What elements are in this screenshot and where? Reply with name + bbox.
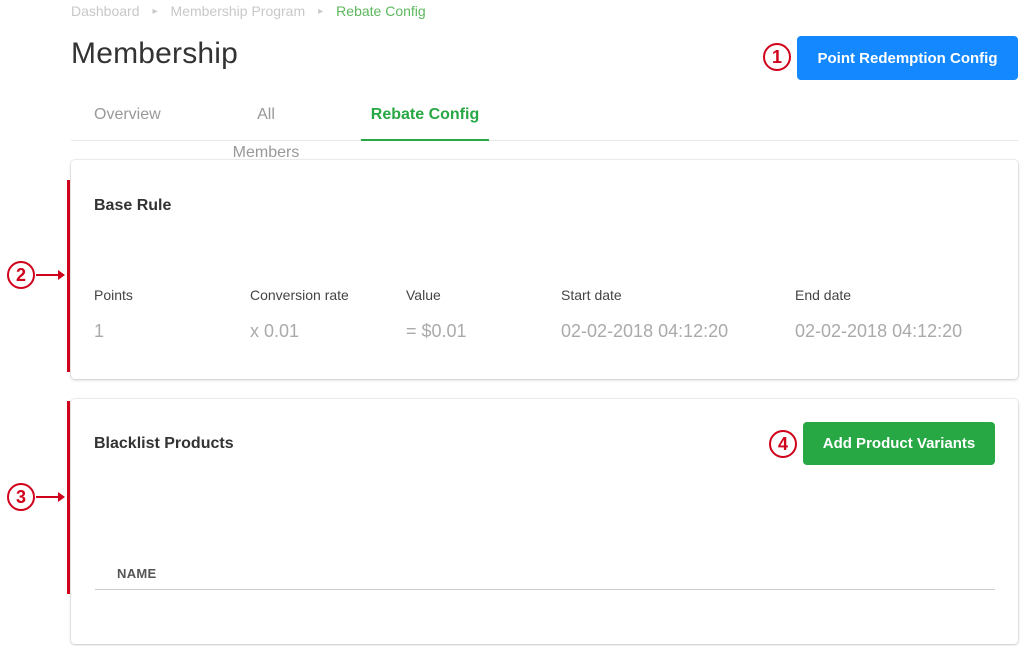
value-amount: = $0.01 bbox=[406, 321, 467, 341]
page-title: Membership bbox=[71, 37, 239, 70]
start-date-value: 02-02-2018 04:12:20 bbox=[561, 321, 729, 341]
annotation-marker-3: 3 bbox=[7, 483, 35, 511]
annotation-bracket-3 bbox=[67, 401, 70, 594]
breadcrumb: Dashboard ▸ Membership Program ▸ Rebate … bbox=[71, 3, 426, 19]
tab-bar: Overview All Members Rebate Config bbox=[71, 96, 1018, 161]
conversion-rate-value: x 0.01 bbox=[250, 321, 300, 341]
table-header-divider bbox=[95, 589, 995, 590]
end-date-value: 02-02-2018 04:12:20 bbox=[795, 321, 963, 341]
point-redemption-config-button[interactable]: Point Redemption Config bbox=[797, 36, 1018, 80]
annotation-marker-4: 4 bbox=[769, 430, 797, 458]
breadcrumb-separator: ▸ bbox=[318, 5, 324, 17]
conversion-rate-column-header: Conversion rate bbox=[250, 287, 349, 303]
base-rule-title: Base Rule bbox=[94, 197, 172, 214]
tab-rebate-config[interactable]: Rebate Config bbox=[361, 96, 489, 141]
annotation-marker-1: 1 bbox=[763, 43, 791, 71]
annotation-arrow-2 bbox=[36, 270, 65, 280]
add-product-variants-button[interactable]: Add Product Variants bbox=[803, 422, 995, 465]
breadcrumb-dashboard[interactable]: Dashboard bbox=[71, 3, 140, 19]
tab-all-members[interactable]: All Members bbox=[222, 96, 310, 161]
name-column-header[interactable]: NAME bbox=[117, 566, 156, 581]
tab-overview[interactable]: Overview bbox=[94, 96, 161, 140]
points-column-header: Points bbox=[94, 287, 133, 303]
annotation-bracket-2 bbox=[67, 180, 70, 372]
breadcrumb-membership-program[interactable]: Membership Program bbox=[171, 3, 306, 19]
points-value: 1 bbox=[94, 321, 105, 341]
blacklist-products-title: Blacklist Products bbox=[94, 435, 234, 452]
breadcrumb-separator: ▸ bbox=[152, 5, 158, 17]
value-column-header: Value bbox=[406, 287, 441, 303]
start-date-column-header: Start date bbox=[561, 287, 622, 303]
annotation-marker-2: 2 bbox=[7, 261, 35, 289]
end-date-column-header: End date bbox=[795, 287, 852, 303]
annotation-arrow-3 bbox=[36, 492, 65, 502]
base-rule-card: Base Rule Points Conversion rate Value S… bbox=[71, 160, 1018, 379]
breadcrumb-rebate-config: Rebate Config bbox=[336, 3, 426, 19]
